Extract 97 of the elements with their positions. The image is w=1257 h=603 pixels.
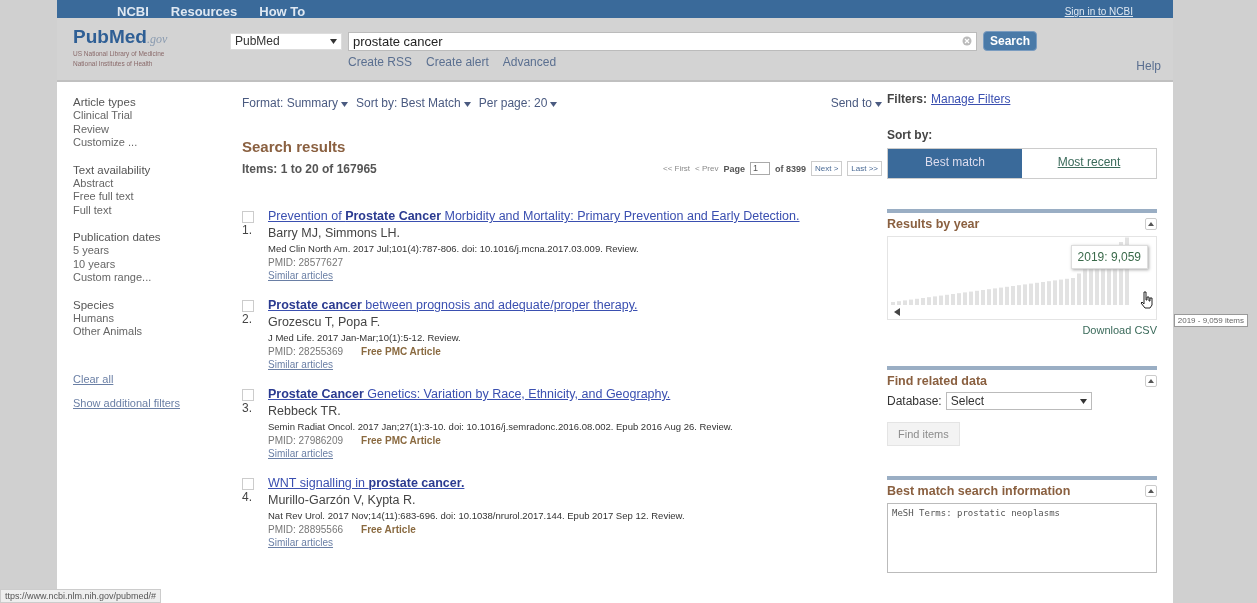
filter-link[interactable]: 10 years	[73, 257, 242, 271]
result-citation: J Med Life. 2017 Jan-Mar;10(1):5-12. Review.	[268, 332, 462, 343]
caret-icon	[875, 102, 882, 107]
result-checkbox[interactable]	[242, 389, 254, 401]
result-pmid: PMID: 28577627	[268, 257, 344, 268]
filter-heading: Species	[73, 298, 115, 311]
result-citation: Med Clin North Am. 2017 Jul;101(4):787-806. doi: 10.1016/j.mcna.2017.03.009. Review.	[268, 243, 640, 254]
header-link[interactable]: Create RSS	[348, 55, 413, 69]
header-link[interactable]: Create alert	[426, 55, 489, 69]
filter-link[interactable]: Review	[73, 122, 242, 136]
pubmed-logo[interactable]: PubMed.gov	[73, 26, 215, 48]
filter-link[interactable]: Show additional filters	[73, 396, 242, 409]
caret-icon	[330, 38, 337, 44]
result-number: 3.	[242, 401, 253, 417]
collapse-icon[interactable]	[1145, 218, 1157, 230]
free-article-label: Free PMC Article	[361, 346, 441, 357]
result-checkbox[interactable]	[242, 300, 254, 312]
result-authors: Murillo-Garzón V, Kypta R.	[268, 493, 417, 507]
toolbar-dropdown[interactable]: Sort by: Best Match	[356, 96, 471, 110]
page-total: of 8399	[774, 163, 806, 174]
filter-link[interactable]: Other Animals	[73, 325, 242, 339]
filter-link[interactable]: 5 years	[73, 244, 242, 258]
hand-cursor-icon	[1140, 291, 1154, 309]
sort-label: Sort by:	[887, 128, 934, 142]
sign-in-link[interactable]: Sign in to NCBI	[1064, 5, 1133, 18]
result-pmid: PMID: 27986209	[268, 435, 344, 446]
search-field[interactable]: prostate cancer	[348, 31, 977, 51]
similar-articles-link[interactable]: Similar articles	[268, 448, 333, 459]
status-url: ttps://www.ncbi.nlm.nih.gov/pubmed/#	[5, 591, 157, 601]
result-checkbox[interactable]	[242, 478, 254, 490]
database-dropdown[interactable]: PubMed	[230, 32, 342, 50]
search-button[interactable]: Search	[983, 31, 1038, 51]
database-label: Database:	[887, 394, 942, 408]
collapse-icon[interactable]	[1145, 375, 1157, 387]
similar-articles-link[interactable]: Similar articles	[268, 270, 333, 281]
filter-heading: Article types	[73, 96, 137, 108]
filter-link[interactable]: Abstract	[73, 176, 242, 190]
filter-link[interactable]: Customize ...	[73, 136, 242, 150]
result-citation: Nat Rev Urol. 2017 Nov;14(11):683-696. doi: 10.1038/nrurol.2017.144. Epub 2017 Sep 12. Review.	[268, 510, 686, 521]
manage-filters-link[interactable]: Manage Filters	[931, 92, 1011, 106]
toolbar-dropdown[interactable]: Per page: 20	[478, 96, 558, 110]
similar-articles-link[interactable]: Similar articles	[268, 537, 333, 548]
caret-icon	[463, 102, 471, 107]
result-number: 4.	[242, 490, 253, 506]
result-title-link[interactable]: Prostate Cancer Genetics: Variation by Race, Ethnicity, and Geography.	[268, 387, 671, 401]
database-select[interactable]: Select	[945, 392, 1092, 410]
caret-icon	[1079, 398, 1087, 404]
sort-tab[interactable]: Best match	[888, 149, 1022, 178]
help-link[interactable]: Help	[1136, 59, 1161, 73]
filter-link[interactable]: Clinical Trial	[73, 109, 242, 123]
download-csv-link[interactable]: Download CSV	[887, 324, 1157, 336]
panel-title: Find related data	[887, 374, 988, 388]
page-field[interactable]: 1	[749, 162, 770, 175]
free-article-label: Free PMC Article	[361, 435, 441, 446]
free-article-label: Free Article	[361, 524, 416, 535]
clear-icon[interactable]	[962, 36, 972, 46]
result-number: 1.	[242, 223, 253, 239]
result-title-link[interactable]: Prostate cancer between prognosis and adequate/proper therapy.	[268, 298, 638, 312]
chart-tooltip: 2019: 9,059	[1070, 245, 1148, 269]
last-page-button[interactable]: Last >>	[847, 161, 882, 176]
filter-heading: Text availability	[73, 163, 152, 176]
similar-articles-link[interactable]: Similar articles	[268, 359, 333, 370]
result-number: 2.	[242, 312, 253, 328]
collapse-icon[interactable]	[1145, 485, 1157, 497]
filter-heading: Publication dates	[73, 231, 162, 243]
panel-title: Best match search information	[887, 484, 1071, 498]
filter-link[interactable]: Full text	[73, 203, 242, 217]
section-heading: Search results	[242, 138, 347, 155]
result-pmid: PMID: 28255369	[268, 346, 344, 357]
scroll-left-icon[interactable]	[894, 308, 900, 316]
hover-tooltip: 2019 - 9,059 items	[1173, 314, 1248, 327]
result-authors: Barry MJ, Simmons LH.	[268, 226, 401, 240]
filter-link[interactable]: Custom range...	[73, 271, 242, 285]
filter-link[interactable]: Clear all	[73, 372, 242, 385]
result-authors: Rebbeck TR.	[268, 404, 342, 418]
panel-title: Results by year	[887, 217, 980, 231]
toolbar-dropdown[interactable]: Format: Summary	[242, 96, 348, 110]
result-title-link[interactable]: Prevention of Prostate Cancer Morbidity and Mortality: Primary Prevention and Early Detection.	[268, 209, 800, 223]
header-link[interactable]: Advanced	[502, 55, 557, 69]
caret-icon	[550, 102, 558, 107]
result-checkbox[interactable]	[242, 211, 254, 223]
page-label: Page	[723, 163, 745, 174]
result-title-link[interactable]: WNT signalling in prostate cancer.	[268, 476, 465, 490]
next-page-button[interactable]: Next >	[810, 161, 843, 176]
send-to-dropdown[interactable]: Send to	[830, 96, 882, 110]
result-pmid: PMID: 28895566	[268, 524, 344, 535]
filter-link[interactable]: Humans	[73, 311, 242, 325]
nav-link[interactable]: NCBI	[117, 5, 149, 18]
caret-icon	[341, 102, 348, 107]
filter-link[interactable]: Free full text	[73, 190, 242, 204]
result-citation: Semin Radiat Oncol. 2017 Jan;27(1):3-10. doi: 10.1016/j.semradonc.2016.08.002. Epub 2016 Aug 26. Review.	[268, 421, 734, 432]
result-authors: Grozescu T, Popa F.	[268, 315, 382, 329]
nav-link[interactable]: How To	[259, 5, 306, 18]
filters-label: Filters:	[887, 92, 927, 106]
nav-link[interactable]: Resources	[170, 5, 238, 18]
results-count: Items: 1 to 20 of 167965	[242, 161, 377, 176]
info-text-area[interactable]: MeSH Terms: prostatic neoplasms	[887, 503, 1157, 573]
